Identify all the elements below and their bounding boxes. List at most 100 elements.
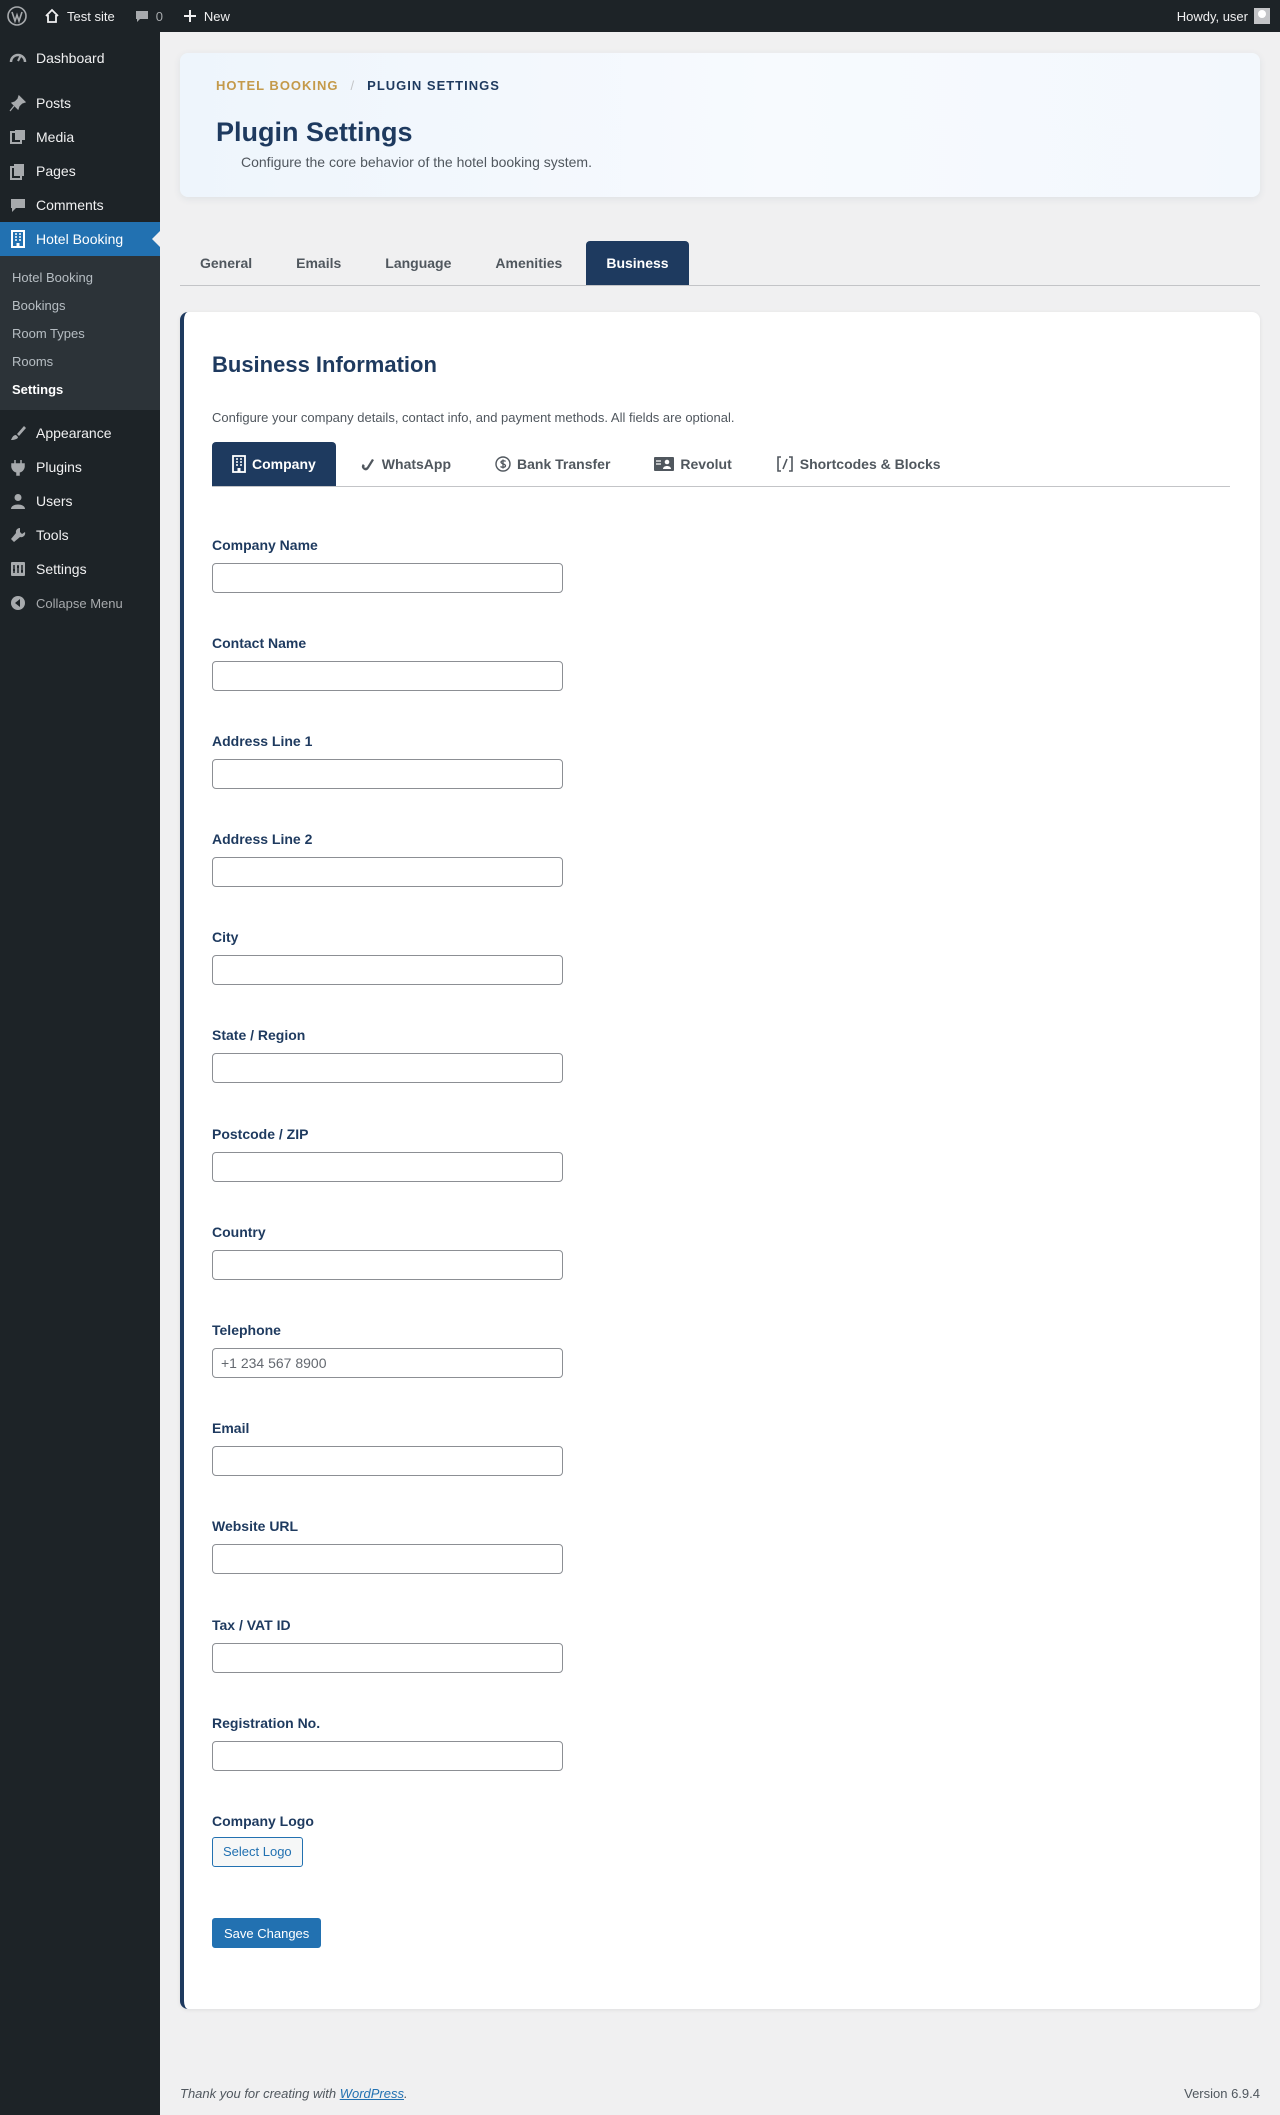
sidebar-item-label: Settings <box>36 561 87 577</box>
country-input[interactable] <box>212 1250 563 1280</box>
new-label: New <box>203 8 230 24</box>
sidebar-item-label: Pages <box>36 163 76 179</box>
page-subtitle: Configure the core behavior of the hotel… <box>241 154 592 170</box>
submenu-item-settings[interactable]: Settings <box>0 375 160 403</box>
breadcrumb-separator: / <box>350 78 356 93</box>
page-header: HOTEL BOOKING / PLUGIN SETTINGS Plugin S… <box>180 53 1260 197</box>
sidebar-item-media[interactable]: Media <box>0 120 160 154</box>
wordpress-logo-icon[interactable] <box>0 0 34 32</box>
sidebar-item-settings[interactable]: Settings <box>0 552 160 586</box>
breadcrumb-parent[interactable]: HOTEL BOOKING <box>216 78 339 93</box>
sidebar-item-label: Users <box>36 493 73 509</box>
sidebar-item-label: Plugins <box>36 459 82 475</box>
submenu-item-hotel-booking[interactable]: Hotel Booking <box>0 263 160 291</box>
building-icon <box>232 455 246 473</box>
sidebar-item-comments[interactable]: Comments <box>0 188 160 222</box>
section-title: Business Information <box>212 352 437 377</box>
subtab-company[interactable]: Company <box>212 442 336 486</box>
submenu-item-bookings[interactable]: Bookings <box>0 291 160 319</box>
sidebar-item-pages[interactable]: Pages <box>0 154 160 188</box>
registration-no-input[interactable] <box>212 1741 563 1771</box>
section-description: Configure your company details, contact … <box>212 410 735 425</box>
pages-icon <box>0 162 36 180</box>
my-account-link[interactable]: Howdy, user <box>1167 0 1280 32</box>
user-icon <box>0 492 36 510</box>
pin-icon <box>0 94 36 112</box>
home-icon <box>44 8 60 24</box>
field-label: State / Region <box>212 1027 306 1043</box>
city-input[interactable] <box>212 955 563 985</box>
brush-icon <box>0 424 36 442</box>
wordpress-link[interactable]: WordPress <box>340 2086 404 2101</box>
admin-footer: Thank you for creating with WordPress. V… <box>180 2086 1260 2101</box>
dollar-icon <box>495 456 511 472</box>
select-logo-button[interactable]: Select Logo <box>212 1837 303 1867</box>
field-label: Address Line 1 <box>212 733 313 749</box>
footer-version: Version 6.9.4 <box>1184 2086 1260 2101</box>
subtab-label: Company <box>252 456 316 472</box>
sidebar-item-tools[interactable]: Tools <box>0 518 160 552</box>
tab-language[interactable]: Language <box>365 241 471 285</box>
field-label: Contact Name <box>212 635 307 651</box>
collapse-icon <box>0 595 36 611</box>
field-company-logo: Company Logo Select Logo <box>212 1813 612 1867</box>
admin-bar: Test site 0 New Howdy, user <box>0 0 1280 32</box>
business-information-card: Business Information Configure your comp… <box>180 312 1260 2009</box>
site-name-link[interactable]: Test site <box>34 0 125 32</box>
subtab-bank-transfer[interactable]: Bank Transfer <box>475 442 630 486</box>
subtab-label: Shortcodes & Blocks <box>799 456 941 472</box>
tab-general[interactable]: General <box>180 241 272 285</box>
business-subtabs: Company WhatsApp Bank Transfer Revolut S… <box>212 442 1230 487</box>
address-line-1-input[interactable] <box>212 759 563 789</box>
subtab-shortcodes-blocks[interactable]: Shortcodes & Blocks <box>756 442 961 486</box>
sidebar-item-label: Hotel Booking <box>36 231 124 247</box>
sidebar-item-posts[interactable]: Posts <box>0 86 160 120</box>
field-label: Tax / VAT ID <box>212 1617 291 1633</box>
subtab-label: Revolut <box>680 456 732 472</box>
field-label: Company Logo <box>212 1813 314 1829</box>
plug-icon <box>0 458 36 476</box>
contact-name-input[interactable] <box>212 661 563 691</box>
breadcrumb-current: PLUGIN SETTINGS <box>367 78 500 93</box>
address-line-2-input[interactable] <box>212 857 563 887</box>
field-city: City <box>212 929 612 985</box>
field-tax-vat-id: Tax / VAT ID <box>212 1617 612 1673</box>
sidebar-item-hotel-booking[interactable]: Hotel Booking <box>0 222 160 256</box>
phone-icon <box>360 456 376 472</box>
tab-emails[interactable]: Emails <box>276 241 361 285</box>
media-icon <box>0 128 36 146</box>
field-label: Country <box>212 1224 266 1240</box>
new-content-link[interactable]: New <box>173 0 240 32</box>
website-url-input[interactable] <box>212 1544 563 1574</box>
submenu-item-rooms[interactable]: Rooms <box>0 347 160 375</box>
field-website-url: Website URL <box>212 1518 612 1574</box>
comment-icon <box>0 196 36 214</box>
telephone-input[interactable] <box>212 1348 563 1378</box>
tab-business[interactable]: Business <box>586 241 689 285</box>
postcode-input[interactable] <box>212 1152 563 1182</box>
save-changes-button[interactable]: Save Changes <box>212 1918 322 1948</box>
footer-thanks: Thank you for creating with WordPress. <box>180 2086 408 2101</box>
subtab-revolut[interactable]: Revolut <box>634 442 751 486</box>
sidebar-item-users[interactable]: Users <box>0 484 160 518</box>
company-name-input[interactable] <box>212 563 563 593</box>
comments-link[interactable]: 0 <box>125 0 173 32</box>
sidebar-item-dashboard[interactable]: Dashboard <box>0 41 160 75</box>
subtab-whatsapp[interactable]: WhatsApp <box>340 442 471 486</box>
email-input[interactable] <box>212 1446 563 1476</box>
comments-count: 0 <box>155 8 163 24</box>
sidebar-item-label: Media <box>36 129 75 145</box>
state-region-input[interactable] <box>212 1053 563 1083</box>
dashboard-icon <box>0 49 36 67</box>
building-icon <box>0 230 36 248</box>
breadcrumb: HOTEL BOOKING / PLUGIN SETTINGS <box>216 78 500 93</box>
howdy-label: Howdy, user <box>1176 8 1248 24</box>
main-content: HOTEL BOOKING / PLUGIN SETTINGS Plugin S… <box>180 32 1260 2009</box>
hotel-booking-submenu: Hotel Booking Bookings Room Types Rooms … <box>0 256 160 410</box>
tax-vat-id-input[interactable] <box>212 1643 563 1673</box>
collapse-menu-button[interactable]: Collapse Menu <box>0 586 160 620</box>
tab-amenities[interactable]: Amenities <box>475 241 582 285</box>
sidebar-item-plugins[interactable]: Plugins <box>0 450 160 484</box>
sidebar-item-appearance[interactable]: Appearance <box>0 416 160 450</box>
submenu-item-room-types[interactable]: Room Types <box>0 319 160 347</box>
